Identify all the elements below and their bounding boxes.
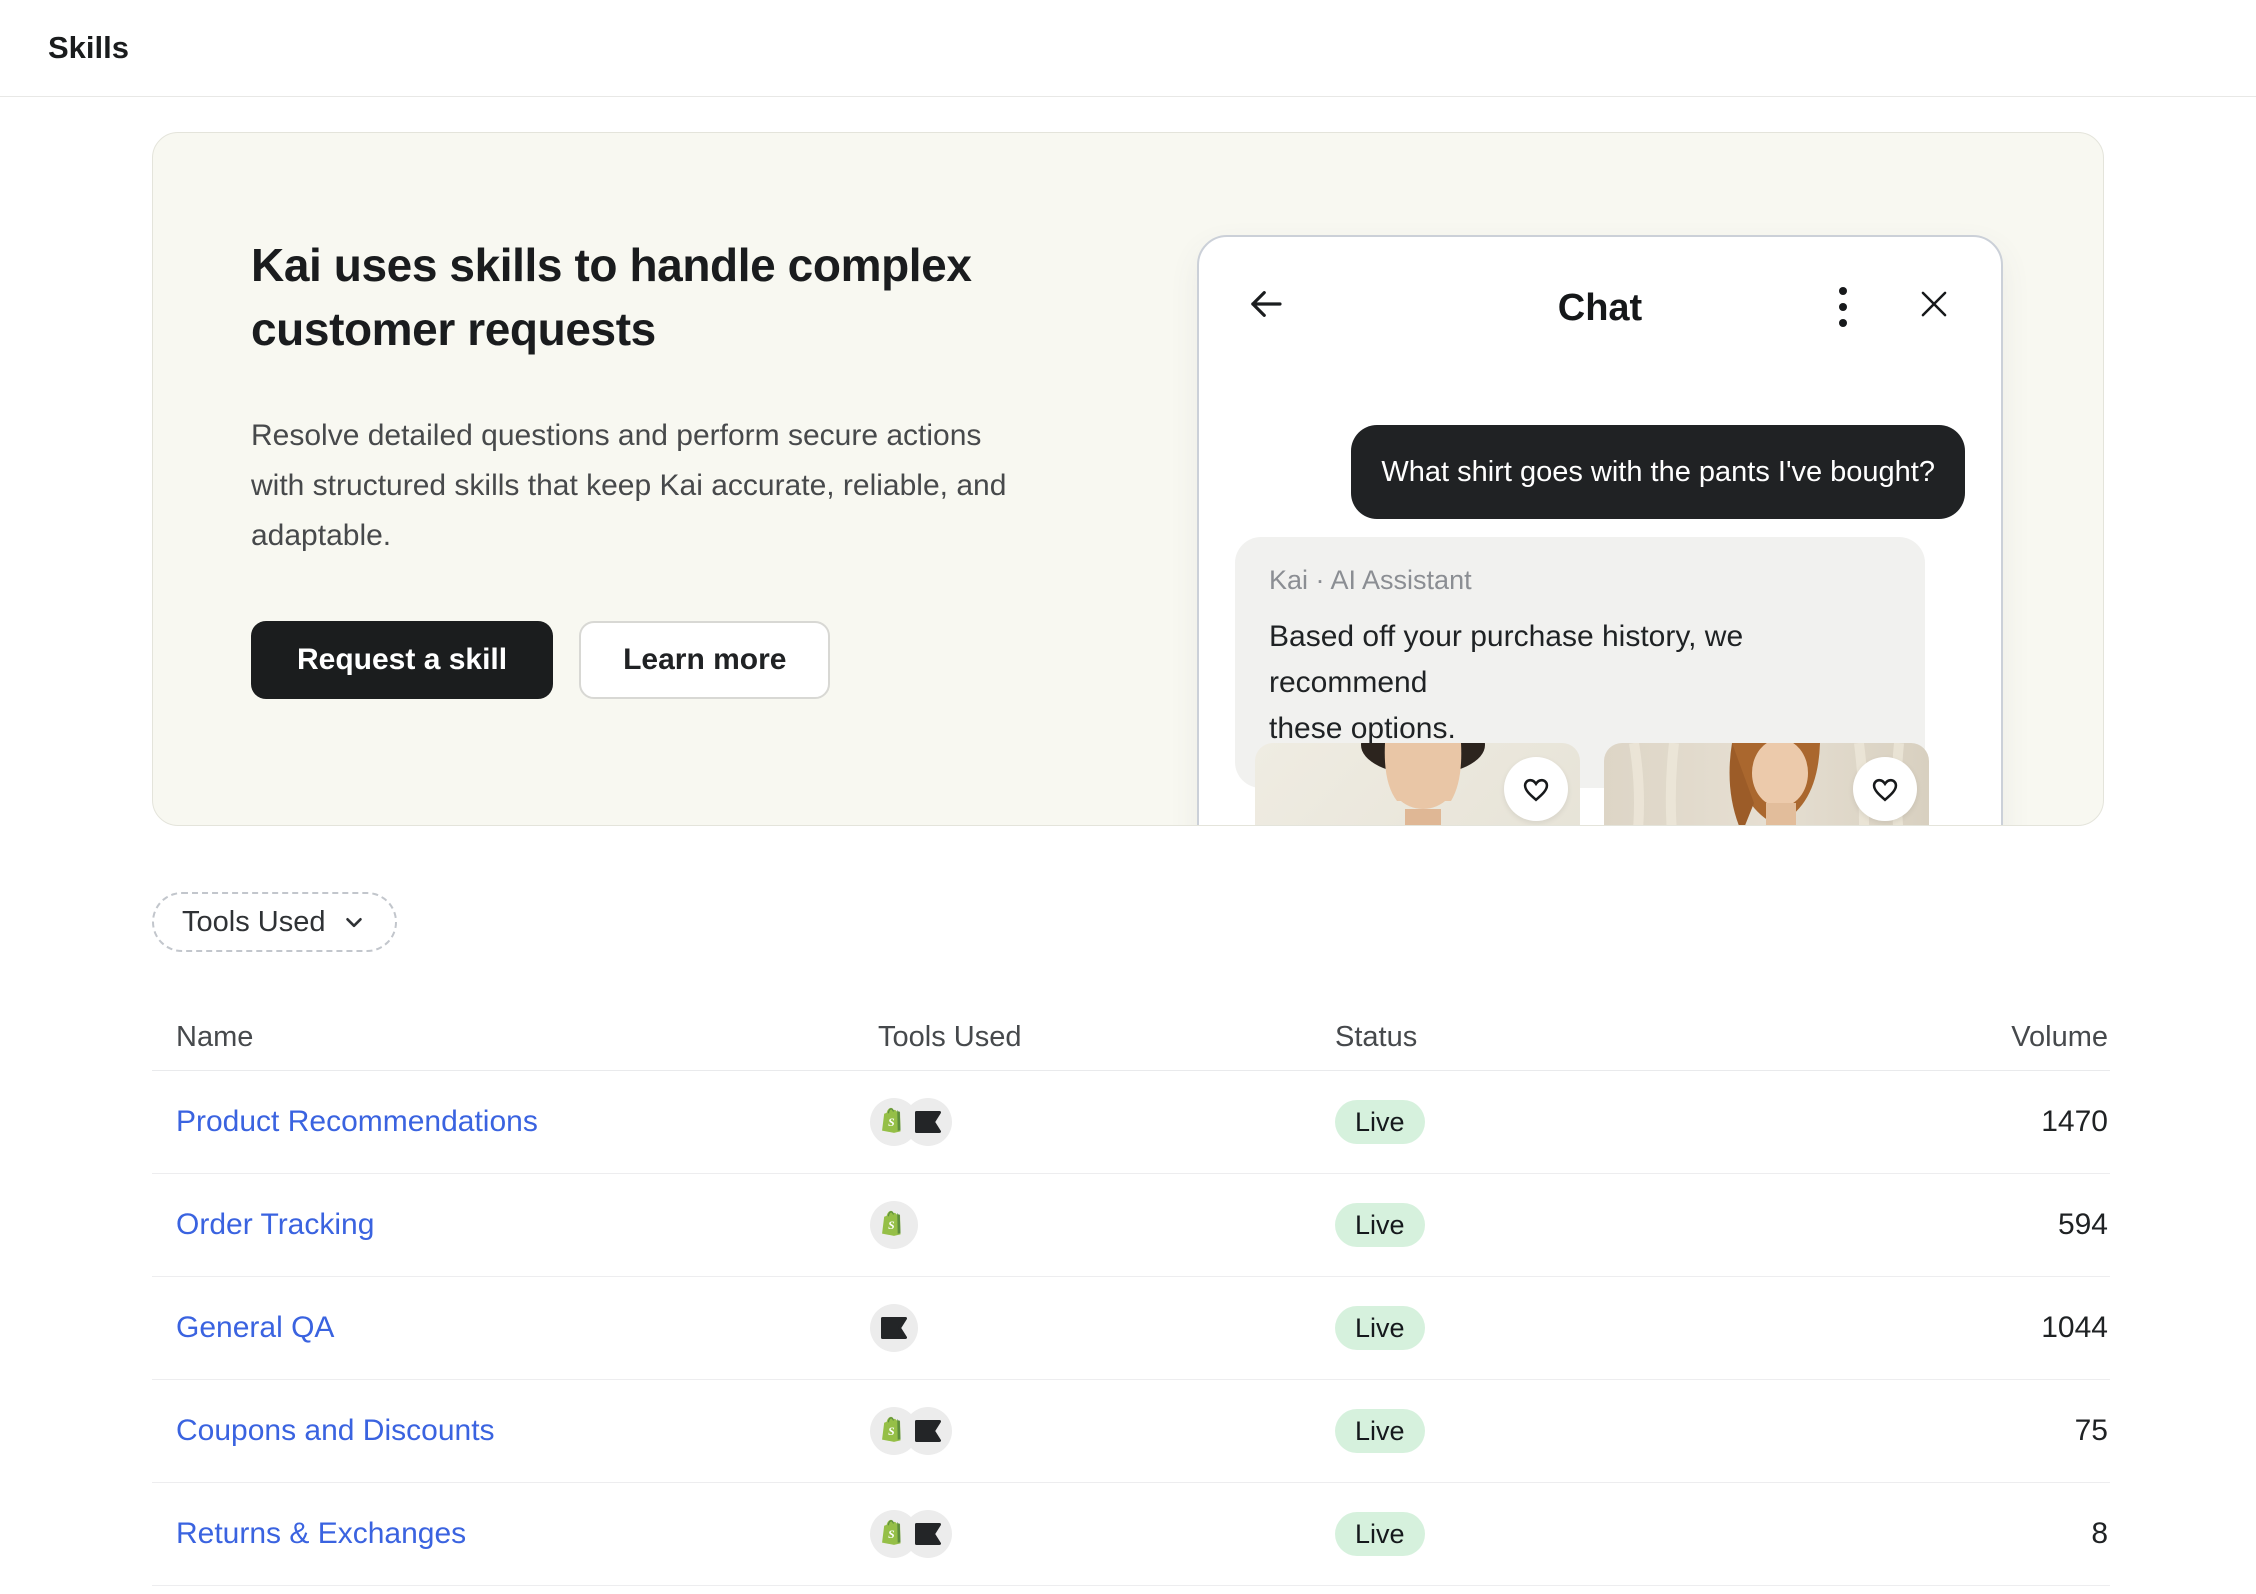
chat-preview-panel: Chat What shirt goes with the pants I've… xyxy=(1197,235,2003,826)
product-card-1[interactable] xyxy=(1255,743,1580,826)
heart-icon xyxy=(1520,773,1552,805)
column-header-status: Status xyxy=(1335,1021,1852,1054)
learn-more-button[interactable]: Learn more xyxy=(579,621,830,699)
volume-value: 594 xyxy=(1852,1208,2110,1242)
assistant-message: Based off your purchase history, we reco… xyxy=(1269,614,1891,752)
status-cell: Live xyxy=(1335,1203,1852,1247)
tools-cell: S xyxy=(870,1510,1335,1558)
volume-value: 1470 xyxy=(1852,1105,2110,1139)
status-cell: Live xyxy=(1335,1409,1852,1453)
shopify-icon: S xyxy=(870,1201,918,1249)
table-row: Returns & Exchanges S Live 8 xyxy=(152,1483,2110,1586)
chat-title: Chat xyxy=(1199,287,2001,330)
name-cell: Product Recommendations xyxy=(152,1105,870,1139)
status-badge: Live xyxy=(1335,1100,1425,1144)
status-badge: Live xyxy=(1335,1409,1425,1453)
flag-icon xyxy=(904,1407,952,1455)
product-card-2[interactable] xyxy=(1604,743,1929,826)
status-cell: Live xyxy=(1335,1306,1852,1350)
tools-cell: S xyxy=(870,1201,1335,1249)
column-header-tools: Tools Used xyxy=(870,1021,1335,1054)
top-bar: Skills xyxy=(0,0,2256,97)
name-cell: Coupons and Discounts xyxy=(152,1414,870,1448)
close-icon[interactable] xyxy=(1915,285,1953,323)
tools-used-filter-label: Tools Used xyxy=(182,906,325,939)
skill-link[interactable]: General QA xyxy=(176,1311,334,1344)
flag-icon xyxy=(904,1098,952,1146)
skills-page: Skills Kai uses skills to handle complex… xyxy=(0,0,2256,1594)
hero-copy: Kai uses skills to handle complex custom… xyxy=(251,233,1151,699)
assistant-label: Kai · AI Assistant xyxy=(1269,565,1891,596)
skill-link[interactable]: Order Tracking xyxy=(176,1208,374,1241)
svg-text:S: S xyxy=(888,1116,895,1129)
skills-table: Name Tools Used Status Volume Product Re… xyxy=(152,1004,2110,1586)
hero-description: Resolve detailed questions and perform s… xyxy=(251,411,1151,561)
svg-text:S: S xyxy=(888,1528,895,1541)
column-header-volume: Volume xyxy=(1852,1021,2110,1054)
name-cell: Order Tracking xyxy=(152,1208,870,1242)
skill-link[interactable]: Returns & Exchanges xyxy=(176,1517,466,1550)
svg-text:S: S xyxy=(888,1219,895,1232)
product-recommendations-row xyxy=(1255,743,1929,826)
request-skill-button[interactable]: Request a skill xyxy=(251,621,553,699)
column-header-name: Name xyxy=(152,1021,870,1054)
user-message-bubble: What shirt goes with the pants I've boug… xyxy=(1351,425,1965,519)
chevron-down-icon xyxy=(341,909,367,935)
heart-icon xyxy=(1869,773,1901,805)
name-cell: Returns & Exchanges xyxy=(152,1517,870,1551)
svg-text:S: S xyxy=(888,1425,895,1438)
page-title: Skills xyxy=(48,0,129,96)
favorite-button[interactable] xyxy=(1853,757,1917,821)
hero-card: Kai uses skills to handle complex custom… xyxy=(152,132,2104,826)
tools-used-filter[interactable]: Tools Used xyxy=(152,892,397,952)
volume-value: 8 xyxy=(1852,1517,2110,1551)
table-header: Name Tools Used Status Volume xyxy=(152,1004,2110,1071)
skill-link[interactable]: Product Recommendations xyxy=(176,1105,538,1138)
tools-cell: S xyxy=(870,1098,1335,1146)
kebab-menu-icon[interactable] xyxy=(1839,287,1849,327)
name-cell: General QA xyxy=(152,1311,870,1345)
volume-value: 75 xyxy=(1852,1414,2110,1448)
table-row: Order Tracking S Live 594 xyxy=(152,1174,2110,1277)
skill-link[interactable]: Coupons and Discounts xyxy=(176,1414,495,1447)
status-badge: Live xyxy=(1335,1512,1425,1556)
table-row: Product Recommendations S Live 1470 xyxy=(152,1071,2110,1174)
flag-icon xyxy=(870,1304,918,1352)
table-row: Coupons and Discounts S Live 75 xyxy=(152,1380,2110,1483)
table-row: General QA Live 1044 xyxy=(152,1277,2110,1380)
hero-cta-row: Request a skill Learn more xyxy=(251,621,1151,699)
status-badge: Live xyxy=(1335,1306,1425,1350)
tools-cell: S xyxy=(870,1407,1335,1455)
tools-cell xyxy=(870,1304,1335,1352)
status-cell: Live xyxy=(1335,1512,1852,1556)
volume-value: 1044 xyxy=(1852,1311,2110,1345)
table-body: Product Recommendations S Live 1470 xyxy=(152,1071,2110,1586)
status-badge: Live xyxy=(1335,1203,1425,1247)
flag-icon xyxy=(904,1510,952,1558)
status-cell: Live xyxy=(1335,1100,1852,1144)
favorite-button[interactable] xyxy=(1504,757,1568,821)
hero-heading: Kai uses skills to handle complex custom… xyxy=(251,233,1151,361)
